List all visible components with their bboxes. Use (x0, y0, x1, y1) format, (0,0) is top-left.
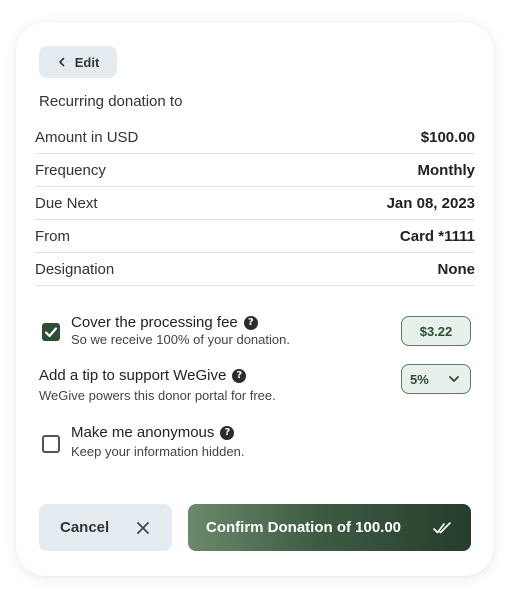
recurring-title: Recurring donation to (39, 93, 183, 110)
edit-button-label: Edit (74, 54, 100, 70)
donation-summary: Amount in USD $100.00 Frequency Monthly … (35, 121, 475, 286)
summary-row-due-next: Due Next Jan 08, 2023 (35, 187, 475, 220)
donation-confirm-card: Edit Recurring donation to Amount in USD… (16, 22, 494, 576)
chevron-down-icon (449, 376, 459, 382)
confirm-donation-button[interactable]: Confirm Donation of 100.00 (188, 504, 471, 551)
help-icon[interactable]: ? (220, 425, 235, 440)
summary-value: $100.00 (420, 128, 475, 146)
anonymous-checkbox[interactable] (42, 435, 60, 453)
cancel-button-label: Cancel (60, 519, 110, 536)
summary-label: Due Next (35, 194, 98, 212)
confirm-button-label: Confirm Donation of 100.00 (206, 519, 402, 536)
anonymous-label: Make me anonymous (71, 424, 215, 441)
tip-sub: WeGive powers this donor portal for free… (39, 388, 276, 403)
processing-fee-label: Cover the processing fee (71, 314, 238, 331)
summary-value: Jan 08, 2023 (386, 194, 475, 212)
checkmark-icon (44, 327, 58, 338)
processing-fee-option: Cover the processing fee ? So we receive… (71, 314, 371, 347)
tip-percentage-select[interactable]: 5% (401, 364, 471, 394)
summary-label: Frequency (35, 161, 106, 179)
summary-row-designation: Designation None (35, 253, 475, 286)
processing-fee-checkbox[interactable] (42, 323, 60, 341)
summary-value: Monthly (417, 161, 476, 179)
tip-selected-value: 5% (410, 371, 429, 387)
cancel-button[interactable]: Cancel (39, 504, 172, 551)
summary-value: None (437, 260, 476, 278)
anonymous-option: Make me anonymous ? Keep your informatio… (71, 424, 371, 459)
tip-label: Add a tip to support WeGive (39, 367, 227, 384)
edit-button[interactable]: Edit (39, 46, 117, 78)
summary-row-from: From Card *1111 (35, 220, 475, 253)
double-check-icon (433, 521, 451, 533)
processing-fee-sub: So we receive 100% of your donation. (71, 332, 290, 347)
summary-label: From (35, 227, 70, 245)
processing-fee-amount: $3.22 (401, 316, 471, 346)
chevron-left-icon (58, 57, 65, 67)
tip-option: Add a tip to support WeGive ? WeGive pow… (39, 367, 369, 403)
help-icon[interactable]: ? (243, 315, 258, 330)
summary-value: Card *1111 (399, 227, 475, 245)
close-icon (137, 521, 149, 534)
summary-row-amount: Amount in USD $100.00 (35, 121, 475, 154)
anonymous-sub: Keep your information hidden. (71, 444, 245, 459)
summary-row-frequency: Frequency Monthly (35, 154, 475, 187)
summary-label: Amount in USD (35, 128, 139, 146)
help-icon[interactable]: ? (232, 368, 247, 383)
summary-label: Designation (35, 260, 115, 278)
